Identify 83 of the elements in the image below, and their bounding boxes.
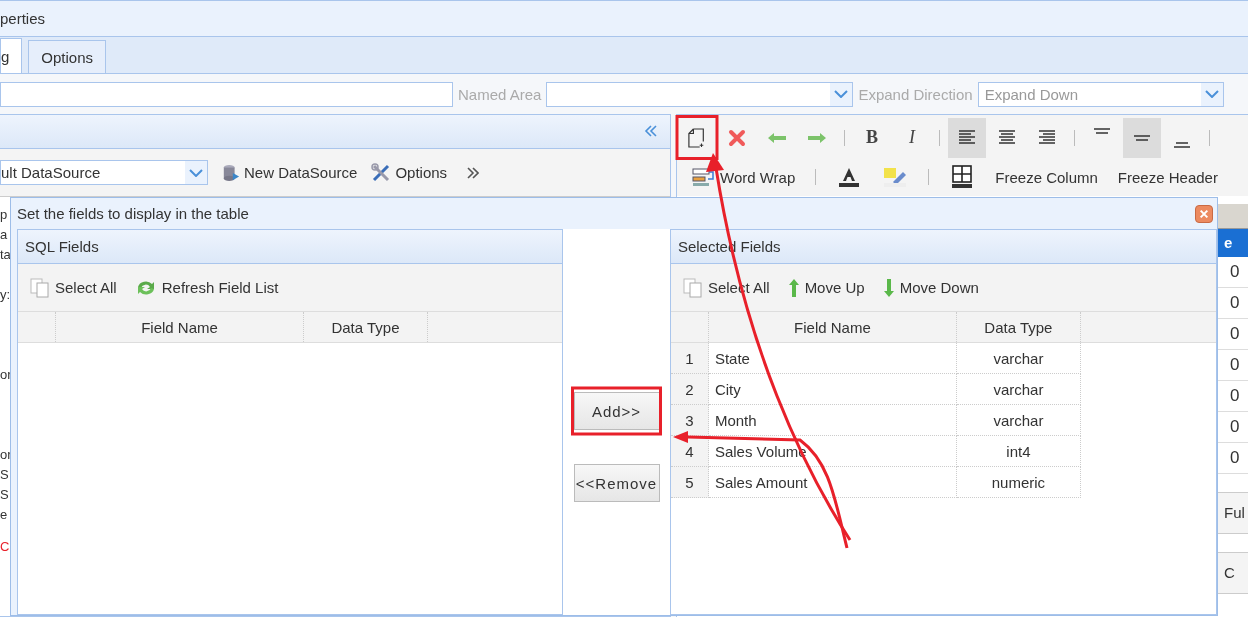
- text-fragment: ta: [0, 247, 11, 263]
- row-number: 5: [670, 467, 709, 498]
- italic-button[interactable]: I: [893, 117, 931, 158]
- remove-button[interactable]: <<Remove: [573, 464, 660, 502]
- table-cell: C: [1218, 552, 1248, 594]
- delete-icon: [728, 128, 746, 147]
- toolbar-button[interactable]: Refresh Field List: [134, 277, 279, 298]
- toolbar-button[interactable]: Freeze Header: [1111, 168, 1224, 186]
- tab[interactable]: g: [0, 38, 23, 73]
- database-icon: [222, 163, 240, 182]
- column-header: Field Name: [56, 312, 304, 342]
- add-button[interactable]: Add>>: [573, 392, 660, 430]
- align-top-icon: [1093, 127, 1111, 134]
- toolbar-button[interactable]: Move Up: [787, 277, 865, 298]
- row-number: 3: [670, 405, 709, 436]
- down-arrow-icon: [882, 277, 895, 298]
- row-number: 1: [670, 343, 709, 374]
- text-fragment: C: [0, 539, 10, 555]
- field-label: Expand Direction: [858, 85, 973, 103]
- word-wrap-icon: [692, 167, 714, 187]
- caret-icon[interactable]: [1204, 90, 1219, 98]
- highlighter-icon: [883, 166, 908, 188]
- toolbar-button[interactable]: Select All: [30, 277, 117, 298]
- tab[interactable]: Options: [28, 40, 107, 73]
- datasource-dropdown[interactable]: ult DataSource: [0, 160, 208, 185]
- text-fragment: y:: [0, 287, 11, 303]
- dialog-title: Set the fields to display in the table: [17, 205, 249, 222]
- column-header: e: [1218, 229, 1248, 257]
- toolbar-button[interactable]: Freeze Column: [989, 168, 1104, 186]
- column-header: Data Type: [956, 312, 1081, 342]
- font-color-icon: [838, 166, 861, 188]
- left-arrow-icon: [767, 131, 787, 144]
- up-arrow-icon: [787, 277, 800, 298]
- border-icon: [951, 165, 974, 189]
- column-header: [1218, 204, 1248, 229]
- table-cell: City: [708, 374, 957, 405]
- align-middle-icon: [1133, 134, 1151, 141]
- window-title: perties: [0, 10, 46, 27]
- tools-icon: [371, 162, 392, 183]
- column-header: Field Name: [708, 312, 957, 342]
- row-number: 2: [670, 374, 709, 405]
- align-left-button[interactable]: [948, 117, 986, 158]
- column-header: Data Type: [304, 312, 428, 342]
- word-wrap-button[interactable]: Word Wrap: [686, 167, 802, 187]
- table-cell: varchar: [956, 405, 1081, 436]
- bold-button[interactable]: B: [853, 117, 891, 158]
- caret-icon[interactable]: [189, 168, 203, 177]
- text-fragment: S: [0, 467, 9, 483]
- table-cell: Ful: [1218, 492, 1248, 534]
- text-fragment: S: [0, 487, 9, 503]
- toolbar-button[interactable]: Move Down: [882, 277, 979, 298]
- align-center-icon: [998, 129, 1016, 146]
- toolbar-button[interactable]: Options: [371, 162, 448, 183]
- highlight-box: [675, 115, 719, 160]
- table-cell: varchar: [956, 343, 1081, 374]
- table-cell: varchar: [956, 374, 1081, 405]
- align-right-icon: [1038, 129, 1056, 146]
- text-fragment: a: [0, 227, 8, 243]
- text-field[interactable]: [0, 81, 453, 107]
- text-fragment: or: [0, 447, 12, 463]
- align-bottom-icon: [1173, 141, 1191, 148]
- panel-title: SQL Fields: [18, 230, 563, 264]
- table-cell: int4: [956, 436, 1081, 467]
- more-icon[interactable]: [467, 166, 480, 179]
- align-left-icon: [958, 129, 976, 146]
- toolbar-button[interactable]: New DataSource: [222, 163, 358, 182]
- caret-icon[interactable]: [834, 90, 849, 98]
- copy-icon: [682, 277, 703, 298]
- text-fragment: or: [0, 367, 12, 383]
- align-middle-button[interactable]: [1123, 117, 1161, 158]
- field-label: Named Area: [458, 85, 542, 103]
- table-cell: numeric: [956, 467, 1081, 498]
- table-cell: Sales Amount: [708, 467, 957, 498]
- text-fragment: p: [0, 207, 8, 223]
- text-fragment: e: [0, 507, 8, 523]
- close-icon: [1199, 208, 1209, 219]
- new-page-icon: [688, 127, 706, 148]
- close-button[interactable]: [1195, 204, 1213, 223]
- table-cell: Month: [708, 405, 957, 436]
- copy-icon: [30, 277, 50, 298]
- table-cell: State: [708, 343, 957, 374]
- collapse-icon[interactable]: [644, 125, 658, 137]
- right-arrow-icon: [807, 131, 827, 144]
